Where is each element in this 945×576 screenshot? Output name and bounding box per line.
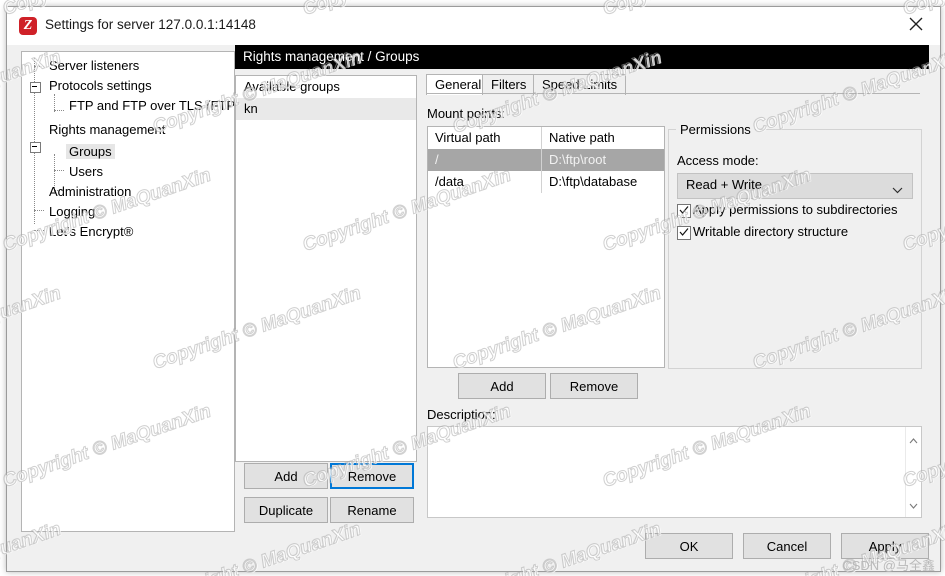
tab-bar[interactable]: General Filters Speed Limits [426, 74, 920, 95]
section-header: Rights management / Groups [235, 45, 929, 69]
sidebar-item-server-listeners[interactable]: Server listeners [46, 58, 142, 74]
title-bar: Z Settings for server 127.0.0.1:14148 [7, 7, 940, 45]
filezilla-icon: Z [19, 17, 37, 35]
tree-guide [54, 170, 64, 171]
tree-guide [54, 110, 64, 111]
tree-expander-protocols[interactable] [30, 82, 41, 93]
description-scrollbar[interactable] [905, 427, 921, 517]
section-header-label: Rights management / Groups [243, 49, 420, 64]
sidebar-item-lets-encrypt[interactable]: Let's Encrypt® [46, 224, 136, 240]
cell-virtual-path: / [435, 152, 439, 167]
tab-filters[interactable]: Filters [482, 74, 536, 95]
sidebar-item-label: Groups [66, 144, 115, 159]
sidebar-item-users[interactable]: Users [66, 164, 106, 180]
list-item[interactable]: kn [236, 98, 416, 120]
sidebar-item-label: Administration [49, 184, 132, 199]
sidebar-item-label: Rights management [49, 122, 166, 137]
sidebar-item-logging[interactable]: Logging [46, 204, 98, 220]
csdn-watermark: CSDN @马全鑫 [842, 558, 935, 573]
column-header-virtual-path: Virtual path [435, 130, 501, 145]
tree-expander-rights[interactable] [30, 142, 41, 153]
mount-remove-button[interactable]: Remove [550, 373, 638, 399]
filezilla-icon-glyph: Z [23, 18, 33, 33]
check-icon [678, 226, 690, 241]
window-title: Settings for server 127.0.0.1:14148 [45, 17, 256, 32]
groups-remove-button[interactable]: Remove [330, 463, 414, 489]
check-icon [678, 204, 690, 219]
groups-add-button[interactable]: Add [244, 463, 328, 489]
list-item-label: kn [244, 101, 258, 116]
table-row[interactable]: / D:\ftp\root [428, 149, 664, 171]
sidebar-item-label: Server listeners [49, 58, 140, 73]
access-mode-value: Read + Write [686, 177, 762, 192]
available-groups-list[interactable]: Available groups kn [235, 75, 417, 462]
tree-guide [34, 210, 44, 211]
access-mode-select[interactable]: Read + Write [677, 173, 913, 199]
column-divider [541, 127, 542, 149]
scroll-up-icon[interactable] [909, 432, 918, 447]
mount-points-table[interactable]: Virtual path Native path / D:\ftp\root /… [427, 126, 665, 368]
mount-points-label: Mount points: [427, 106, 506, 121]
groups-duplicate-button[interactable]: Duplicate [244, 497, 328, 523]
sidebar-item-administration[interactable]: Administration [46, 184, 134, 200]
window-frame: Z Settings for server 127.0.0.1:14148 Se… [6, 6, 941, 572]
tree-guide [34, 66, 44, 67]
sidebar-item-label: FTP and FTP over TLS (FTPS) [69, 98, 235, 113]
sidebar-item-rights-management[interactable]: Rights management [46, 122, 168, 138]
tab-general[interactable]: General [426, 74, 491, 95]
tree-guide [34, 230, 44, 231]
chevron-down-icon [892, 182, 903, 197]
sidebar-item-label: Logging [49, 204, 96, 219]
checkbox-label: Apply permissions to subdirectories [693, 202, 898, 217]
sidebar-item-label: Users [69, 164, 103, 179]
permissions-title: Permissions [676, 122, 755, 137]
tab-speed-limits[interactable]: Speed Limits [533, 74, 627, 95]
scroll-down-icon[interactable] [909, 497, 918, 512]
mount-add-button[interactable]: Add [458, 373, 546, 399]
checkbox-label: Writable directory structure [693, 224, 849, 239]
cancel-button[interactable]: Cancel [743, 533, 831, 559]
column-divider [541, 149, 542, 193]
sidebar-item-label: Let's Encrypt® [49, 224, 134, 239]
groups-rename-button[interactable]: Rename [330, 497, 414, 523]
cell-native-path: D:\ftp\database [549, 174, 638, 189]
available-groups-header: Available groups [236, 76, 416, 98]
sidebar-item-groups[interactable]: Groups [66, 144, 115, 160]
settings-tree[interactable]: Server listeners Protocols settings FTP … [21, 51, 235, 532]
cell-native-path: D:\ftp\root [549, 152, 607, 167]
tab-underline [426, 93, 920, 94]
access-mode-label: Access mode: [677, 153, 759, 168]
table-row[interactable]: /data D:\ftp\database [428, 171, 664, 193]
sidebar-item-protocols-settings[interactable]: Protocols settings [46, 78, 155, 94]
close-icon[interactable] [894, 7, 938, 41]
settings-dialog: Z Settings for server 127.0.0.1:14148 Se… [0, 0, 945, 576]
sidebar-item-label: Protocols settings [49, 78, 152, 93]
cell-virtual-path: /data [435, 174, 464, 189]
column-header-native-path: Native path [549, 130, 615, 145]
table-header-row: Virtual path Native path [428, 127, 664, 150]
sidebar-item-ftp-ftps[interactable]: FTP and FTP over TLS (FTPS) [66, 98, 235, 114]
description-input[interactable] [427, 426, 922, 518]
ok-button[interactable]: OK [645, 533, 733, 559]
description-label: Description: [427, 407, 496, 422]
